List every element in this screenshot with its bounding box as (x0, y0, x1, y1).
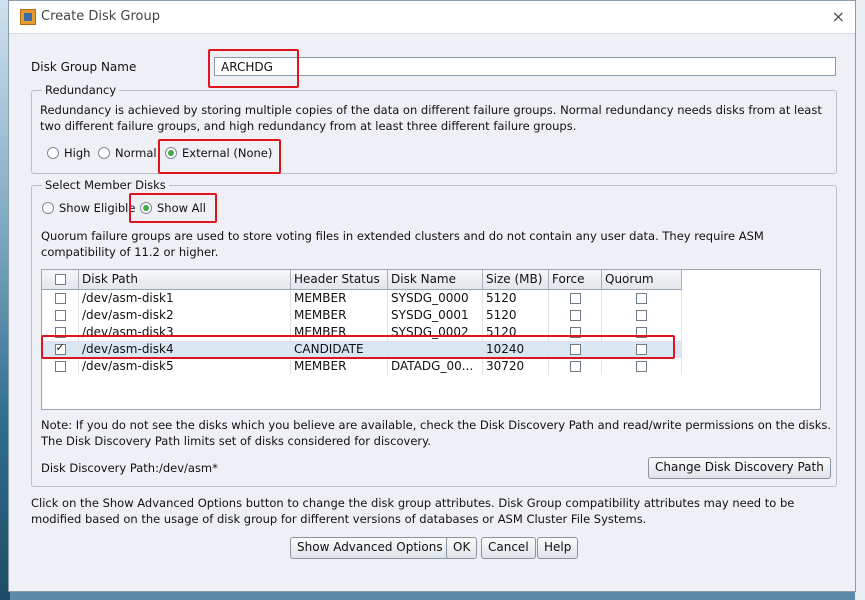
table-row[interactable]: /dev/asm-disk1 MEMBER SYSDG_0000 5120 (42, 290, 682, 307)
quorum-checkbox[interactable] (636, 293, 647, 304)
radio-high-label: High (64, 146, 91, 160)
header-select-all[interactable] (42, 270, 79, 289)
disk-path-cell: /dev/asm-disk2 (79, 307, 291, 324)
disk-table: Disk Path Header Status Disk Name Size (… (41, 269, 821, 410)
disk-path-cell: /dev/asm-disk5 (79, 358, 291, 375)
create-disk-group-dialog: Create Disk Group × Disk Group Name ARCH… (8, 0, 856, 592)
disk-group-name-input[interactable]: ARCHDG (214, 57, 836, 76)
disk-discovery-path: Disk Discovery Path:/dev/asm* (41, 461, 218, 475)
app-icon (20, 9, 36, 25)
header-status-cell: MEMBER (291, 358, 388, 375)
disk-path-cell: /dev/asm-disk3 (79, 324, 291, 341)
radio-normal[interactable]: Normal (98, 146, 157, 160)
table-row[interactable]: /dev/asm-disk4 CANDIDATE 10240 (42, 341, 682, 358)
radio-show-eligible-dot (42, 202, 54, 214)
size-cell: 5120 (483, 290, 549, 307)
header-status-cell: MEMBER (291, 290, 388, 307)
row-select-checkbox[interactable] (54, 327, 66, 338)
force-checkbox[interactable] (569, 327, 581, 338)
disk-path-cell: /dev/asm-disk1 (79, 290, 291, 307)
disk-path-cell: /dev/asm-disk4 (79, 341, 291, 358)
disk-name-cell: DATADG_00... (388, 358, 483, 375)
table-header: Disk Path Header Status Disk Name Size (… (42, 270, 682, 290)
table-row[interactable]: /dev/asm-disk5 MEMBER DATADG_00... 30720 (42, 358, 682, 375)
force-checkbox[interactable] (569, 361, 581, 372)
force-checkbox[interactable] (569, 293, 581, 304)
row-select-checkbox[interactable] (54, 293, 66, 304)
radio-normal-label: Normal (115, 146, 157, 160)
size-cell: 10240 (483, 341, 549, 358)
column-disk-name[interactable]: Disk Name (388, 270, 483, 289)
change-discovery-path-button[interactable]: Change Disk Discovery Path (648, 457, 831, 479)
column-header-status[interactable]: Header Status (291, 270, 388, 289)
desktop-background-right (855, 0, 865, 600)
quorum-checkbox[interactable] (636, 327, 647, 338)
size-cell: 5120 (483, 307, 549, 324)
radio-show-eligible[interactable]: Show Eligible (42, 201, 135, 215)
radio-external-label: External (None) (182, 146, 273, 160)
quorum-note: Quorum failure groups are used to store … (41, 229, 764, 259)
select-all-checkbox[interactable] (54, 274, 66, 285)
disk-name-cell (388, 341, 483, 358)
discovery-note: Note: If you do not see the disks which … (41, 418, 832, 448)
help-button[interactable]: Help (537, 537, 579, 559)
cancel-button[interactable]: Cancel (481, 537, 536, 559)
table-row[interactable]: /dev/asm-disk2 MEMBER SYSDG_0001 5120 (42, 307, 682, 324)
redundancy-description: Redundancy is achieved by storing multip… (40, 103, 822, 133)
radio-high-dot (47, 147, 59, 159)
quorum-checkbox[interactable] (636, 361, 647, 372)
disk-name-cell: SYSDG_0002 (388, 324, 483, 341)
title-bar: Create Disk Group × (9, 1, 855, 34)
header-status-cell: MEMBER (291, 307, 388, 324)
radio-show-all[interactable]: Show All (140, 201, 206, 215)
radio-normal-dot (98, 147, 110, 159)
column-force[interactable]: Force (549, 270, 602, 289)
column-quorum[interactable]: Quorum (602, 270, 682, 289)
header-status-cell: CANDIDATE (291, 341, 388, 358)
force-checkbox[interactable] (569, 344, 581, 355)
radio-show-all-dot (140, 202, 152, 214)
force-checkbox[interactable] (569, 310, 581, 321)
quorum-checkbox[interactable] (636, 344, 647, 355)
column-disk-path[interactable]: Disk Path (79, 270, 291, 289)
row-select-checkbox[interactable] (54, 361, 66, 372)
close-icon[interactable]: × (832, 7, 845, 26)
show-advanced-options-button[interactable]: Show Advanced Options (290, 537, 450, 559)
radio-show-all-label: Show All (157, 201, 206, 215)
radio-high[interactable]: High (47, 146, 90, 160)
advanced-options-note: Click on the Show Advanced Options butto… (31, 496, 795, 526)
disk-name-cell: SYSDG_0000 (388, 290, 483, 307)
table-row[interactable]: /dev/asm-disk3 MEMBER SYSDG_0002 5120 (42, 324, 682, 341)
size-cell: 5120 (483, 324, 549, 341)
size-cell: 30720 (483, 358, 549, 375)
member-disks-title: Select Member Disks (42, 178, 169, 192)
row-select-checkbox[interactable] (54, 341, 66, 355)
disk-name-cell: SYSDG_0001 (388, 307, 483, 324)
ok-button[interactable]: OK (446, 537, 478, 559)
radio-show-eligible-label: Show Eligible (59, 201, 136, 215)
radio-external[interactable]: External (None) (165, 146, 272, 160)
header-status-cell: MEMBER (291, 324, 388, 341)
quorum-checkbox[interactable] (636, 310, 647, 321)
redundancy-title: Redundancy (42, 83, 120, 97)
window-title: Create Disk Group (41, 9, 160, 24)
radio-external-dot (165, 147, 177, 159)
row-select-checkbox[interactable] (54, 310, 66, 321)
disk-group-name-label: Disk Group Name (31, 60, 137, 74)
column-size[interactable]: Size (MB) (483, 270, 549, 289)
